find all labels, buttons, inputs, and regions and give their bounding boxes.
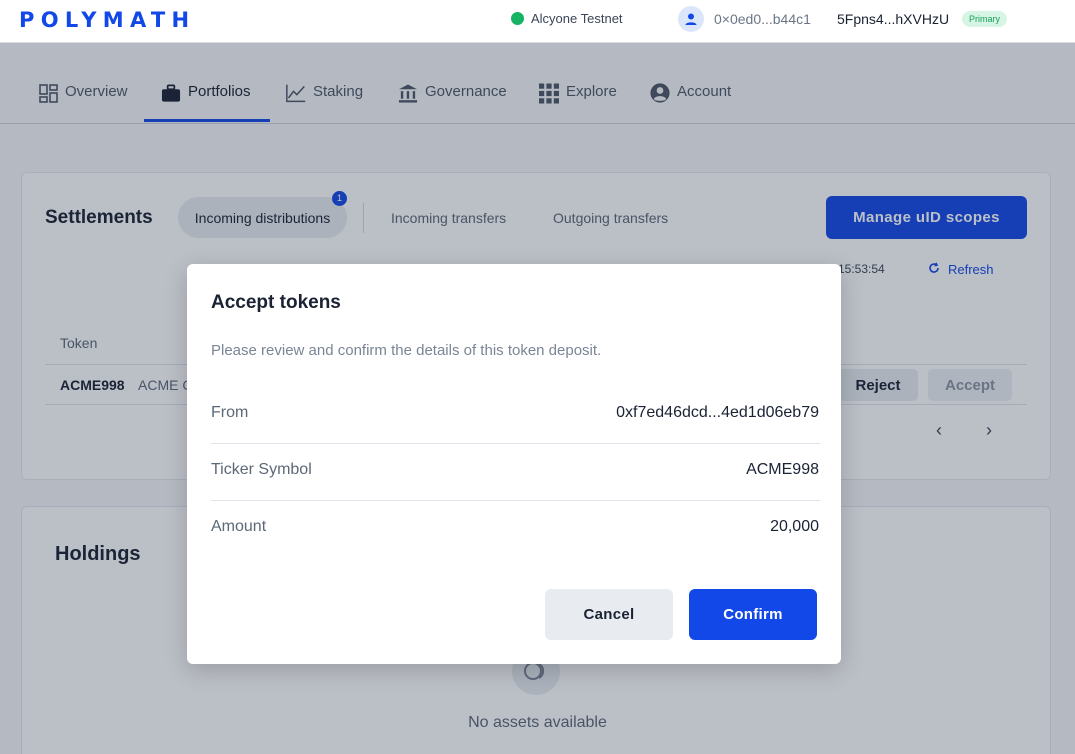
from-label: From <box>211 404 249 421</box>
amount-value: 20,000 <box>770 518 819 535</box>
identity-id[interactable]: 5Fpns4...hXVHzU <box>837 11 949 27</box>
dialog-title: Accept tokens <box>211 292 341 313</box>
divider <box>211 443 820 444</box>
accept-tokens-dialog: Accept tokens Please review and confirm … <box>187 264 841 664</box>
account-avatar-icon[interactable] <box>678 6 704 32</box>
network-status-dot <box>511 12 524 25</box>
divider <box>211 500 820 501</box>
primary-badge: Primary <box>962 11 1007 27</box>
top-bar: POLYMATH Alcyone Testnet 0×0ed0...b44c1 … <box>0 0 1075 43</box>
polymath-logo[interactable]: POLYMATH <box>19 8 195 32</box>
dialog-subtitle: Please review and confirm the details of… <box>211 342 602 359</box>
amount-label: Amount <box>211 518 267 535</box>
network-indicator[interactable]: Alcyone Testnet <box>511 11 623 26</box>
confirm-button[interactable]: Confirm <box>689 589 817 640</box>
cancel-button[interactable]: Cancel <box>545 589 673 640</box>
wallet-address[interactable]: 0×0ed0...b44c1 <box>714 11 811 27</box>
network-name: Alcyone Testnet <box>531 11 623 26</box>
from-value: 0xf7ed46dcd...4ed1d06eb79 <box>616 404 819 421</box>
ticker-value: ACME998 <box>746 461 819 478</box>
ticker-label: Ticker Symbol <box>211 461 312 478</box>
